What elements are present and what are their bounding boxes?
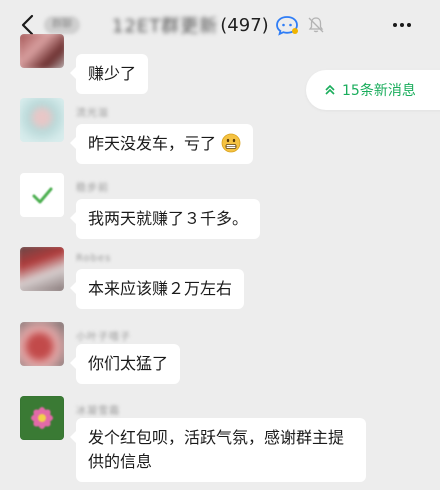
unread-badge: 群聊	[44, 16, 80, 34]
new-messages-label: 15条新消息	[342, 83, 416, 99]
sender-nickname: 小叶子嘻子	[76, 332, 131, 343]
sender-nickname: Robes	[76, 253, 112, 264]
flower-icon	[20, 396, 64, 440]
sender-nickname: 冰凝雪霜	[76, 406, 120, 417]
message-bubble[interactable]: 赚少了	[69, 54, 149, 94]
group-name: 12ET群更新	[112, 16, 219, 37]
message-bubble[interactable]: 本来应该赚２万左右	[69, 269, 245, 309]
more-options-icon[interactable]	[392, 17, 412, 33]
message-text: 你们太猛了	[88, 354, 169, 373]
double-chevron-up-icon	[325, 84, 335, 95]
avatar[interactable]	[20, 396, 64, 440]
group-chat-icon	[275, 16, 298, 36]
message-text: 我两天就赚了３千多。	[88, 209, 249, 228]
message-bubble[interactable]: 我两天就赚了３千多。	[69, 199, 261, 239]
mute-bell-icon	[308, 17, 324, 33]
avatar[interactable]	[20, 173, 64, 217]
back-arrow-icon[interactable]	[18, 14, 38, 36]
sender-nickname: 稳步前	[76, 183, 109, 194]
sender-nickname: 流光溢	[76, 108, 109, 119]
chat-header: 群聊 12ET群更新 (497)	[0, 0, 440, 50]
avatar[interactable]	[20, 247, 64, 291]
check-mark-icon	[32, 187, 53, 204]
message-text: 发个红包呗，活跃气氛，感谢群主提供的信息	[88, 428, 345, 471]
avatar[interactable]	[20, 34, 64, 68]
message-text: 昨天没发车，亏了	[88, 134, 217, 153]
message-bubble[interactable]: 发个红包呗，活跃气氛，感谢群主提供的信息	[70, 418, 366, 482]
avatar[interactable]	[20, 98, 64, 142]
message-bubble[interactable]: 昨天没发车，亏了	[69, 124, 254, 164]
member-count: (497)	[220, 14, 269, 36]
chat-title[interactable]: 12ET群更新 (497)	[112, 12, 325, 38]
message-text: 本来应该赚２万左右	[88, 279, 233, 298]
grimace-emoji-icon	[221, 133, 241, 153]
message-bubble[interactable]: 你们太猛了	[69, 344, 181, 384]
avatar[interactable]	[20, 322, 64, 366]
message-text: 赚少了	[88, 64, 137, 83]
new-messages-button[interactable]: 15条新消息	[306, 70, 440, 110]
